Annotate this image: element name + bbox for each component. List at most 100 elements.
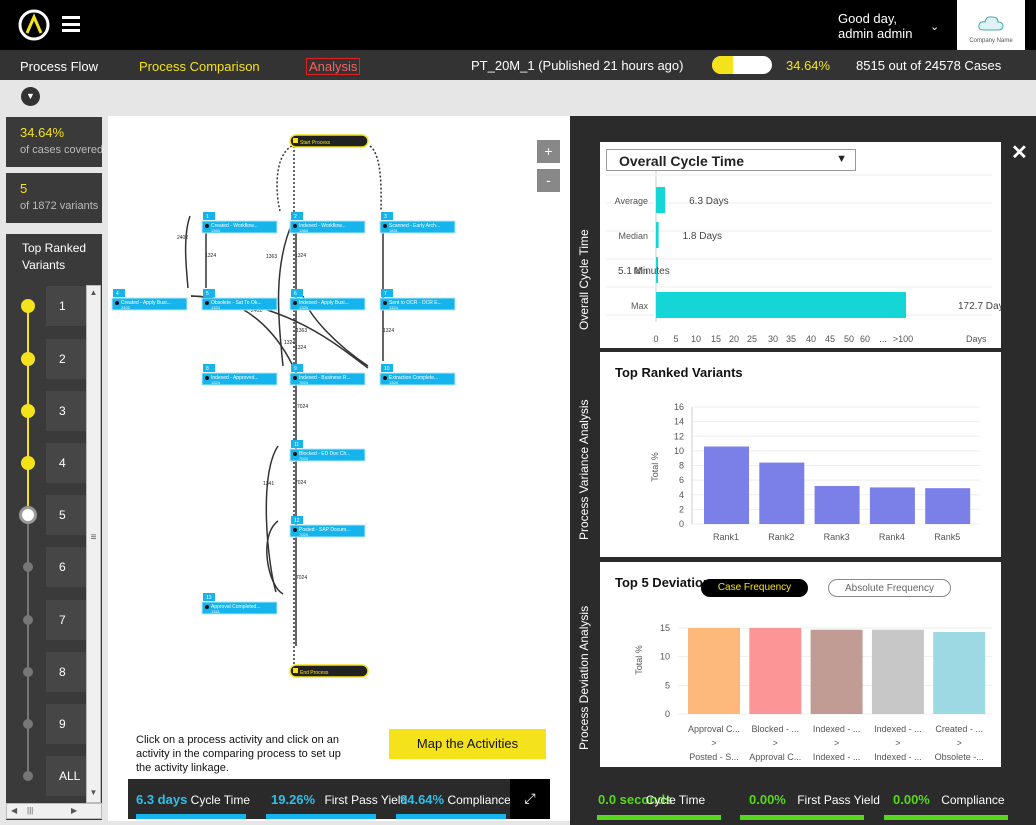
r-cycle-time-label: Cycle Time — [645, 793, 706, 807]
edge-label: 1324 — [295, 345, 306, 351]
r-fpy-label: First Pass Yield — [797, 793, 880, 807]
node-flag-number: 13 — [206, 595, 212, 601]
filter-icon[interactable]: ▼ — [21, 87, 40, 106]
rank-number: ALL — [59, 769, 81, 783]
slider-dot[interactable] — [21, 456, 35, 470]
x-tick-label: 25 — [747, 334, 757, 344]
activity-node: 2Indexed - Workflow...1363 — [289, 212, 366, 234]
node-flag-number: 2 — [294, 214, 297, 220]
end-node-label: End Process — [300, 670, 329, 676]
slider-dot[interactable] — [23, 771, 33, 781]
edge-label: 1363 — [266, 254, 277, 260]
horizontal-scrollbar[interactable]: ◀ ||| ▶ — [6, 803, 102, 819]
close-icon[interactable]: ✕ — [1011, 140, 1028, 165]
node-flag-number: 7 — [384, 291, 387, 297]
node-dot — [205, 605, 209, 609]
cases-covered-label: of cases covered — [20, 144, 102, 156]
bar — [656, 292, 906, 318]
x-tick-label: 40 — [806, 334, 816, 344]
slider-dot[interactable] — [21, 352, 35, 366]
node-flag — [203, 289, 215, 297]
bar — [933, 632, 986, 714]
x-tick-label: Rank4 — [879, 532, 905, 542]
node-flag-number: 4 — [116, 291, 119, 297]
case-frequency-pill[interactable]: Case Frequency — [701, 579, 808, 597]
fpy-label: First Pass Yield — [324, 793, 408, 807]
comparison-metrics-left: 6.3 days Cycle Time 19.26% First Pass Yi… — [128, 779, 511, 819]
chevron-down-icon[interactable]: ⌄ — [930, 20, 939, 33]
compliance-bar — [396, 814, 506, 819]
node-flag — [291, 289, 303, 297]
rank-number: 7 — [59, 613, 66, 627]
y-tick-label: 14 — [674, 417, 684, 427]
coverage-toggle[interactable] — [712, 56, 772, 74]
y-tick-label: 8 — [679, 461, 684, 471]
node-dot — [205, 301, 209, 305]
menu-icon[interactable] — [62, 16, 80, 32]
vertical-scrollbar[interactable]: ▲ ≡ ▼ — [86, 285, 101, 803]
bar-value-label: 5.1 Minutes — [618, 266, 670, 277]
r-compliance-value: 0.00% — [893, 792, 930, 807]
end-node: End Process — [289, 664, 369, 678]
slider-dot[interactable] — [23, 667, 33, 677]
node-flag — [203, 364, 215, 372]
process-map[interactable]: 24021324 1363 132424021363702413241341 7024… — [108, 116, 570, 716]
scroll-left-icon[interactable]: ◀ — [11, 806, 17, 815]
x-tick-label: >100 — [893, 334, 913, 344]
bar — [871, 629, 924, 714]
node-flag-number: 9 — [294, 366, 297, 372]
r-fpy-value: 0.00% — [749, 792, 786, 807]
y-axis-label: Total % — [634, 645, 644, 675]
collapse-icon[interactable]: ⤢ — [510, 779, 550, 819]
node-dot — [293, 301, 297, 305]
y-tick-label: 16 — [674, 402, 684, 412]
slider-dot[interactable] — [21, 299, 35, 313]
node-flag — [203, 212, 215, 220]
ranked-variants-title: Top Ranked Variants — [22, 241, 87, 272]
node-flag — [291, 364, 303, 372]
tab-analysis[interactable]: Analysis — [306, 58, 361, 75]
tab-process-comparison[interactable]: Process Comparison — [139, 59, 260, 74]
node-flag-number: 1 — [206, 214, 209, 220]
absolute-frequency-pill[interactable]: Absolute Frequency — [828, 579, 951, 597]
app-logo[interactable] — [18, 9, 50, 41]
dropdown-arrow-icon[interactable]: ▼ — [836, 153, 847, 165]
node-flag — [291, 212, 303, 220]
r-fpy-bar — [740, 815, 864, 820]
scroll-thumb[interactable]: ≡ — [88, 532, 99, 544]
rank-number: 1 — [59, 299, 66, 313]
scroll-down-icon[interactable]: ▼ — [88, 788, 99, 800]
slider-dot[interactable] — [19, 506, 37, 524]
x-tick-label: > — [834, 738, 839, 748]
x-tick-label: ... — [879, 334, 887, 344]
activity-node: 11Blocked - ED Doc Ch...7024 — [289, 440, 366, 462]
node-dot — [115, 301, 119, 305]
node-dot — [383, 301, 387, 305]
rank-number: 3 — [59, 404, 66, 418]
zoom-in-button[interactable]: + — [537, 140, 560, 163]
x-tick-label: > — [895, 738, 900, 748]
activity-node: 13Approval Completed...1341 — [201, 593, 278, 615]
bar — [814, 485, 860, 524]
cycle-metric-select[interactable]: Overall Cycle Time ▼ — [606, 149, 856, 171]
bar-value-label: 6.3 Days — [689, 196, 728, 207]
node-dot — [383, 376, 387, 380]
user-greeting[interactable]: Good day, admin admin — [838, 11, 912, 41]
zoom-out-button[interactable]: - — [537, 169, 560, 192]
cycle-time-value: 6.3 days — [136, 792, 188, 807]
x-axis-label: Days — [966, 334, 987, 344]
slider-dot[interactable] — [23, 615, 33, 625]
map-activities-button[interactable]: Map the Activities — [389, 729, 546, 759]
scroll-up-icon[interactable]: ▲ — [88, 288, 99, 300]
slider-dot[interactable] — [23, 719, 33, 729]
tab-process-flow[interactable]: Process Flow — [20, 59, 98, 74]
x-tick-label: Approval C... — [688, 724, 740, 734]
process-map-canvas[interactable]: 2402 1324 1363 1324 2402 1363 7024 1324 1341 7024… — [108, 116, 570, 821]
slider-rail-inactive — [27, 515, 29, 775]
x-tick-label: 0 — [653, 334, 658, 344]
slider-dot[interactable] — [23, 562, 33, 572]
scroll-right-icon[interactable]: ▶ — [71, 806, 77, 815]
slider-dot[interactable] — [21, 404, 35, 418]
nav-bar: Process Flow Process Comparison Analysis… — [0, 50, 1036, 80]
h-scroll-thumb[interactable]: ||| — [27, 806, 33, 815]
